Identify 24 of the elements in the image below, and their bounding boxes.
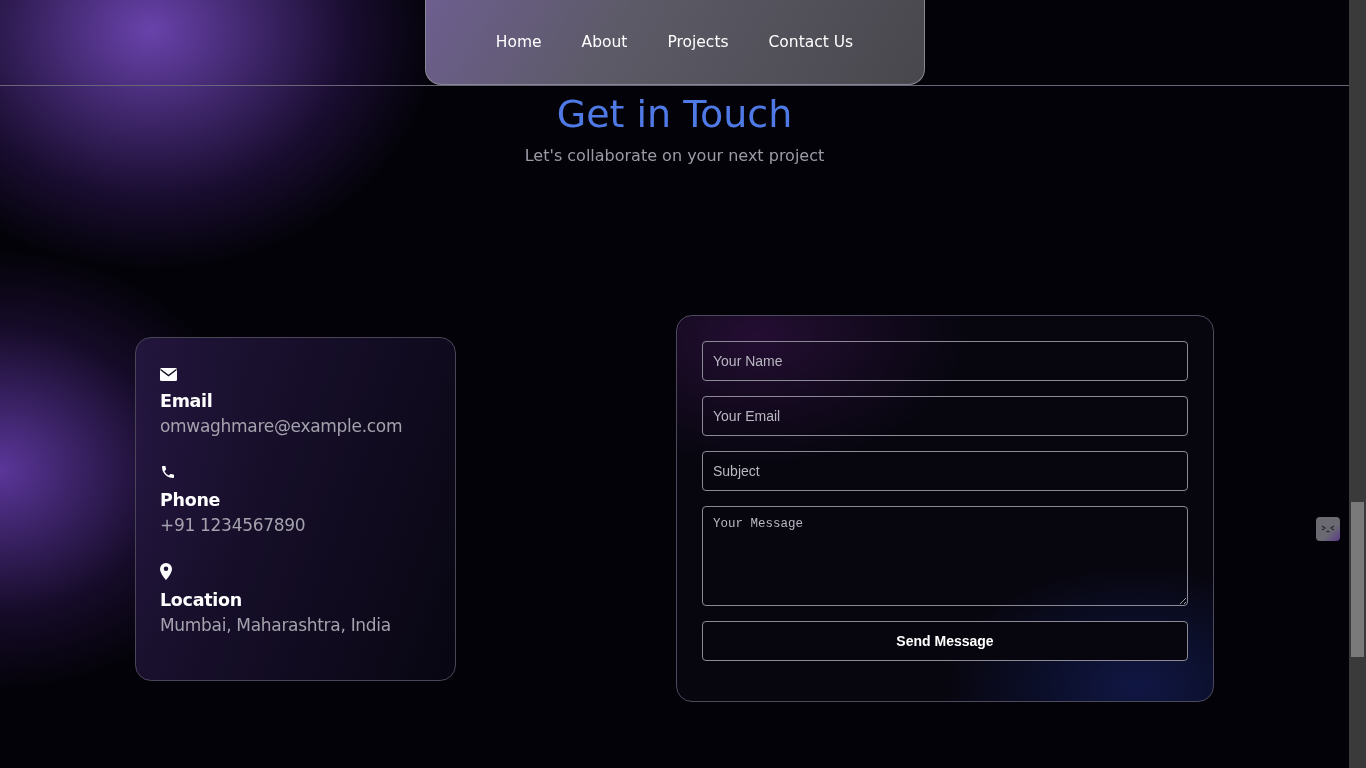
contact-label: Location <box>160 590 243 610</box>
phone-icon <box>160 464 176 480</box>
section-title: Get in Touch <box>556 92 793 136</box>
contact-value: omwaghmare@example.com <box>160 416 404 436</box>
contact-label: Email <box>160 391 214 411</box>
map-pin-icon <box>160 563 172 580</box>
contact-label: Phone <box>160 490 222 510</box>
section-subtitle: Let's collaborate on your next project <box>524 146 825 165</box>
nav-link[interactable]: About <box>581 32 628 51</box>
input-field[interactable]: Your Email <box>702 396 1188 436</box>
nav-link[interactable]: Home <box>495 32 542 51</box>
floating-widget-button[interactable] <box>1316 517 1340 541</box>
scrollbar-thumb[interactable] <box>1351 502 1364 657</box>
contact-value: Mumbai, Maharashtra, India <box>160 615 392 635</box>
face-icon <box>1321 525 1335 533</box>
nav-link[interactable]: Contact Us <box>768 32 854 51</box>
envelope-icon <box>160 368 177 381</box>
contact-value: +91 1234567890 <box>160 515 307 535</box>
input-field[interactable]: Subject <box>702 451 1188 491</box>
nav-link[interactable]: Projects <box>667 32 729 51</box>
input-field[interactable]: Your Name <box>702 341 1188 381</box>
send-button[interactable]: Send Message <box>702 621 1188 661</box>
scrollbar[interactable] <box>1349 0 1366 768</box>
message-field[interactable]: Your Message <box>702 506 1188 606</box>
